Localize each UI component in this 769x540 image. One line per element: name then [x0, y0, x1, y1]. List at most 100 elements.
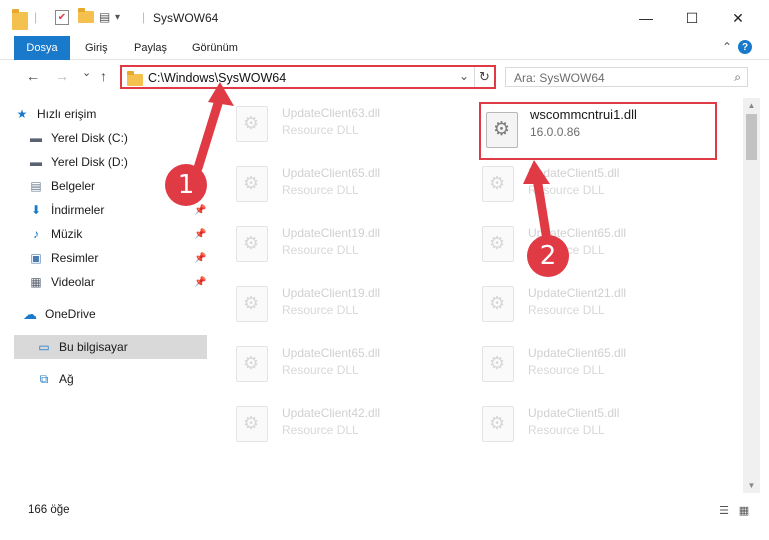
status-bar: 166 öğe ☰ ▦ — [0, 500, 769, 524]
sidebar-item-label: Resimler — [51, 251, 99, 265]
sidebar-item-this-pc[interactable]: ▭ Bu bilgisayar — [14, 335, 207, 359]
pin-icon[interactable]: 📌 — [194, 229, 206, 240]
dll-file-icon — [482, 346, 514, 382]
file-item[interactable]: UpdateClient19.dll Resource DLL — [228, 278, 448, 328]
file-type: Resource DLL — [282, 423, 359, 437]
scroll-thumb[interactable] — [746, 114, 757, 160]
dll-file-icon — [486, 112, 518, 148]
video-icon: ▦ — [30, 275, 42, 289]
music-icon: ♪ — [33, 227, 39, 241]
maximize-button[interactable]: ☐ — [669, 0, 715, 36]
close-icon: ✕ — [732, 9, 744, 26]
navigation-pane: ★ Hızlı erişim ▬ Yerel Disk (C:) ▬ Yerel… — [0, 100, 208, 492]
file-type: Resource DLL — [282, 303, 359, 317]
up-button[interactable]: ↑ — [100, 68, 107, 84]
sidebar-item-network[interactable]: ⧉ Ağ — [36, 367, 208, 391]
address-path[interactable]: C:\Windows\SysWOW64 — [148, 71, 286, 85]
file-type: Resource DLL — [528, 363, 605, 377]
pictures-icon: ▣ — [30, 251, 42, 265]
search-input[interactable]: Ara: SysWOW64 — [514, 71, 605, 85]
sidebar-item-label: Belgeler — [51, 179, 96, 193]
file-item[interactable]: UpdateClient65.dll Resource DLL — [474, 338, 694, 388]
address-bar[interactable]: C:\Windows\SysWOW64 ⌄ ↻ — [120, 65, 496, 89]
dll-file-icon — [236, 346, 268, 382]
tab-share[interactable]: Paylaş — [134, 42, 167, 54]
file-name: UpdateClient19.dll — [282, 226, 381, 240]
tab-file[interactable]: Dosya — [14, 36, 70, 60]
sidebar-item-disk-c[interactable]: ▬ Yerel Disk (C:) — [28, 126, 208, 150]
sidebar-item-music[interactable]: ♪ Müzik 📌 — [28, 222, 208, 246]
file-name: UpdateClient63.dll — [282, 106, 381, 120]
sidebar-item-videos[interactable]: ▦ Videolar 📌 — [28, 270, 208, 294]
forward-button[interactable]: → — [55, 68, 69, 84]
help-icon[interactable]: ? — [738, 40, 752, 54]
highlighted-file[interactable]: wscommcntrui1.dll 16.0.0.86 — [479, 102, 717, 160]
search-icon[interactable]: ⌕ — [734, 70, 741, 85]
file-type: Resource DLL — [528, 183, 605, 197]
properties-icon[interactable]: ✔ — [55, 10, 69, 25]
customize-icon[interactable]: ▤ — [99, 10, 110, 28]
sidebar-item-label: Müzik — [51, 227, 83, 241]
close-button[interactable]: ✕ — [715, 0, 761, 36]
star-icon: ★ — [16, 107, 28, 121]
vertical-scrollbar[interactable]: ▲ ▼ — [743, 98, 760, 493]
drive-icon: ▬ — [30, 155, 42, 169]
file-version: 16.0.0.86 — [530, 125, 581, 139]
pin-icon[interactable]: 📌 — [194, 277, 206, 288]
back-button[interactable]: ← — [26, 68, 40, 84]
file-name: UpdateClient5.dll — [528, 166, 620, 180]
tab-view[interactable]: Görünüm — [192, 42, 238, 54]
file-name: UpdateClient65.dll — [282, 346, 381, 360]
pin-icon[interactable]: 📌 — [194, 253, 206, 264]
cloud-icon: ☁ — [23, 305, 37, 322]
document-icon: ▤ — [30, 179, 42, 193]
sidebar-item-onedrive[interactable]: ☁ OneDrive — [22, 302, 208, 326]
large-icons-view-icon[interactable]: ▦ — [736, 504, 752, 518]
dll-file-icon — [482, 286, 514, 322]
refresh-icon[interactable]: ↻ — [474, 67, 494, 87]
scroll-up-icon[interactable]: ▲ — [743, 98, 760, 113]
file-item[interactable]: UpdateClient65.dll Resource DLL — [228, 158, 448, 208]
sidebar-item-label: Videolar — [51, 275, 95, 289]
file-type: Resource DLL — [282, 363, 359, 377]
search-box[interactable]: Ara: SysWOW64 ⌕ — [505, 67, 748, 87]
file-item[interactable]: UpdateClient65.dll Resource DLL — [474, 218, 694, 268]
file-name: UpdateClient5.dll — [528, 406, 620, 420]
dll-file-icon — [236, 226, 268, 262]
scroll-down-icon[interactable]: ▼ — [743, 478, 760, 493]
file-item[interactable]: UpdateClient63.dll Resource DLL — [228, 98, 448, 148]
file-item[interactable]: UpdateClient21.dll Resource DLL — [474, 278, 694, 328]
file-item[interactable]: UpdateClient5.dll Resource DLL — [474, 398, 694, 448]
title-separator: | — [142, 10, 146, 24]
file-item[interactable]: UpdateClient5.dll Resource DLL — [474, 158, 694, 208]
address-dropdown-icon[interactable]: ⌄ — [459, 69, 469, 83]
dll-file-icon — [236, 166, 268, 202]
file-item[interactable]: UpdateClient65.dll Resource DLL — [228, 338, 448, 388]
new-folder-button[interactable] — [78, 8, 94, 24]
details-view-icon[interactable]: ☰ — [716, 504, 732, 518]
computer-icon: ▭ — [38, 340, 50, 354]
file-type: Resource DLL — [282, 243, 359, 257]
file-name: UpdateClient42.dll — [282, 406, 381, 420]
toolbar-separator: | — [34, 10, 38, 24]
file-name: wscommcntrui1.dll — [530, 107, 637, 122]
callout-badge-1: 1 — [177, 170, 195, 200]
item-count: 166 öğe — [28, 504, 70, 516]
file-type: Resource DLL — [282, 183, 359, 197]
folder-icon — [12, 9, 28, 30]
folder-icon — [127, 71, 143, 86]
quick-access-dropdown[interactable]: ▾ — [115, 12, 120, 30]
recent-locations-button[interactable]: ⌄ — [82, 66, 91, 79]
file-name: UpdateClient19.dll — [282, 286, 381, 300]
file-item[interactable]: UpdateClient42.dll Resource DLL — [228, 398, 448, 448]
sidebar-item-quick-access[interactable]: ★ Hızlı erişim — [14, 102, 208, 126]
sidebar-item-pictures[interactable]: ▣ Resimler 📌 — [28, 246, 208, 270]
tab-home[interactable]: Giriş — [85, 42, 108, 54]
dll-file-icon — [236, 406, 268, 442]
pin-icon[interactable]: 📌 — [194, 205, 206, 216]
minimize-button[interactable]: — — [623, 0, 669, 36]
file-type: Resource DLL — [528, 423, 605, 437]
chevron-up-icon[interactable]: ⌃ — [722, 40, 732, 54]
callout-badge-2: 2 — [539, 241, 557, 271]
file-item[interactable]: UpdateClient19.dll Resource DLL — [228, 218, 448, 268]
